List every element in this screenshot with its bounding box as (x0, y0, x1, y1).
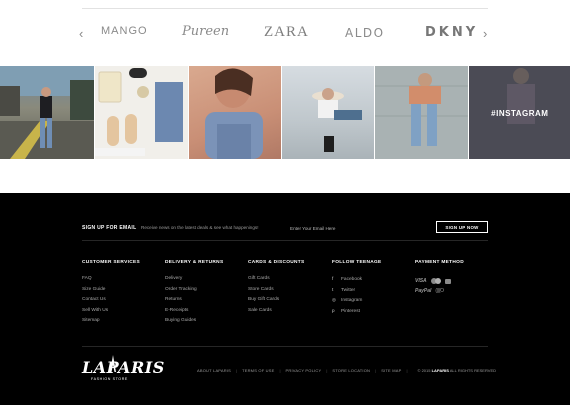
footer-link-delivery[interactable]: Delivery (165, 276, 223, 287)
copyright-brand: LAPARIS (431, 368, 449, 373)
footer-link-store-location[interactable]: STORE LOCATION (332, 368, 370, 373)
copyright-text: © 2015 LAPARIS ALL RIGHTS RESERVED (418, 368, 497, 373)
column-title: DELIVERY & RETURNS (165, 260, 224, 265)
footer-link-about[interactable]: ABOUT LAPARIS (197, 368, 231, 373)
pinterest-icon: p (332, 307, 335, 313)
footer-link-faq[interactable]: FAQ (82, 276, 140, 287)
social-label: Facebook (341, 277, 363, 282)
instagram-hashtag-label: #INSTAGRAM (491, 109, 549, 118)
newsletter-title: SIGN UP FOR EMAIL (82, 225, 137, 231)
footer-column-follow: FOLLOW TEENAGE f Facebook t Twitter ◎ Insta… (332, 260, 382, 318)
footer-link-privacy[interactable]: PRIVACY POLICY (286, 368, 322, 373)
flatlay-photo-illustration (94, 68, 183, 156)
footer-link-sale-cards[interactable]: Sale Cards (248, 308, 305, 319)
copyright-year: © 2015 (417, 368, 431, 373)
brand-logo-dkny[interactable]: DKNY (425, 25, 478, 40)
payment-row-wallets: PayPal ((((O (415, 286, 464, 296)
footer-link-store-cards[interactable]: Store Cards (248, 287, 305, 298)
footer-link-sitemap[interactable]: Sitemap (82, 318, 140, 329)
social-link-twitter[interactable]: t Twitter (332, 287, 382, 298)
separator: | (279, 368, 281, 373)
column-title: CARDS & DISCOUNTS (248, 260, 305, 265)
footer-link-site-map[interactable]: SITE MAP (381, 368, 401, 373)
separator: | (375, 368, 377, 373)
instagram-photo-flatlay[interactable] (94, 66, 188, 159)
instagram-photo-beach[interactable] (281, 66, 375, 159)
beach-photo-illustration (311, 88, 362, 152)
street-photo-illustration (0, 66, 94, 159)
brand-logo-aldo[interactable]: ALDO (345, 26, 385, 40)
social-label: Pinterest (341, 308, 360, 314)
footer-bottom-nav: ABOUT LAPARIS | TERMS OF USE | PRIVACY P… (197, 368, 496, 373)
instagram-icon: ◎ (332, 297, 337, 302)
footer-link-e-receipts[interactable]: E-Receipts (165, 308, 223, 319)
brand-carousel: ‹ MANGO Pureen ZARA ALDO DKNY › (0, 0, 570, 66)
divider (82, 346, 488, 347)
eiffel-tower-icon (110, 355, 116, 372)
social-link-pinterest[interactable]: p Pinterest (332, 308, 382, 319)
newsletter-signup-button[interactable]: SIGN UP NOW (436, 221, 488, 233)
separator: | (406, 368, 408, 373)
social-link-instagram[interactable]: ◎ Instagram (332, 297, 382, 308)
instagram-photo-wall[interactable] (375, 66, 469, 159)
column-title: PAYMENT METHOD (415, 260, 464, 265)
footer-link-gift-cards[interactable]: Gift Cards (248, 276, 305, 287)
divider (82, 240, 488, 241)
brand-logo-zara[interactable]: ZARA (264, 24, 309, 41)
carousel-prev-arrow-icon[interactable]: ‹ (79, 26, 83, 41)
column-title: CUSTOMER SERVICES (82, 260, 140, 265)
paypal-icon: PayPal (415, 288, 432, 294)
footer-link-terms[interactable]: TERMS OF USE (242, 368, 274, 373)
instagram-photo-cta[interactable]: #INSTAGRAM (469, 66, 570, 159)
footer-column-cards-discounts: CARDS & DISCOUNTS Gift Cards Store Cards… (248, 260, 305, 318)
footer-column-customer-services: CUSTOMER SERVICES FAQ Size Guide Contact… (82, 260, 140, 329)
card-icon (444, 278, 451, 284)
divider (82, 8, 488, 9)
footer-link-buying-guides[interactable]: Buying Guides (165, 318, 223, 329)
footer-column-delivery-returns: DELIVERY & RETURNS Delivery Order Tracki… (165, 260, 223, 329)
footer-link-order-tracking[interactable]: Order Tracking (165, 287, 223, 298)
mastercard-icon (430, 278, 441, 284)
column-title: FOLLOW TEENAGE (332, 260, 382, 265)
facebook-icon: f (332, 276, 334, 281)
footer-link-size-guide[interactable]: Size Guide (82, 287, 140, 298)
visa-icon: VISA (415, 278, 427, 284)
footer-link-returns[interactable]: Returns (165, 297, 223, 308)
social-label: Twitter (341, 287, 356, 293)
separator: | (236, 368, 238, 373)
footer-link-buy-gift-cards[interactable]: Buy Gift Cards (248, 297, 305, 308)
social-link-facebook[interactable]: f Facebook (332, 276, 382, 287)
logo-subtitle: FASHION STORE (91, 377, 128, 381)
footer-link-sell-with-us[interactable]: Sell With Us (82, 308, 140, 319)
newsletter-description: Receive news on the latest deals & see w… (141, 225, 259, 230)
contactless-icon: ((((O (435, 288, 444, 294)
newsletter-email-input[interactable] (290, 221, 430, 235)
instagram-photo-portrait[interactable] (188, 66, 281, 159)
footer-column-payment: PAYMENT METHOD VISA PayPal ((((O (415, 260, 464, 296)
wall-photo-illustration (375, 66, 469, 159)
twitter-icon: t (332, 286, 334, 292)
instagram-photo-street[interactable] (0, 66, 94, 159)
brand-logo-pureen[interactable]: Pureen (182, 24, 229, 39)
carousel-next-arrow-icon[interactable]: › (483, 26, 487, 41)
brand-logo-mango[interactable]: MANGO (101, 25, 148, 37)
separator: | (326, 368, 328, 373)
copyright-suffix: ALL RIGHTS RESERVED (449, 368, 497, 373)
instagram-gallery: #INSTAGRAM (0, 66, 570, 159)
footer-link-contact-us[interactable]: Contact Us (82, 297, 140, 308)
portrait-photo-illustration (204, 68, 263, 159)
social-label: Instagram (341, 298, 363, 303)
site-footer: SIGN UP FOR EMAIL Receive news on the la… (0, 193, 570, 405)
payment-row-cards: VISA (415, 276, 464, 286)
logo-text: LAPARIS (82, 358, 165, 377)
